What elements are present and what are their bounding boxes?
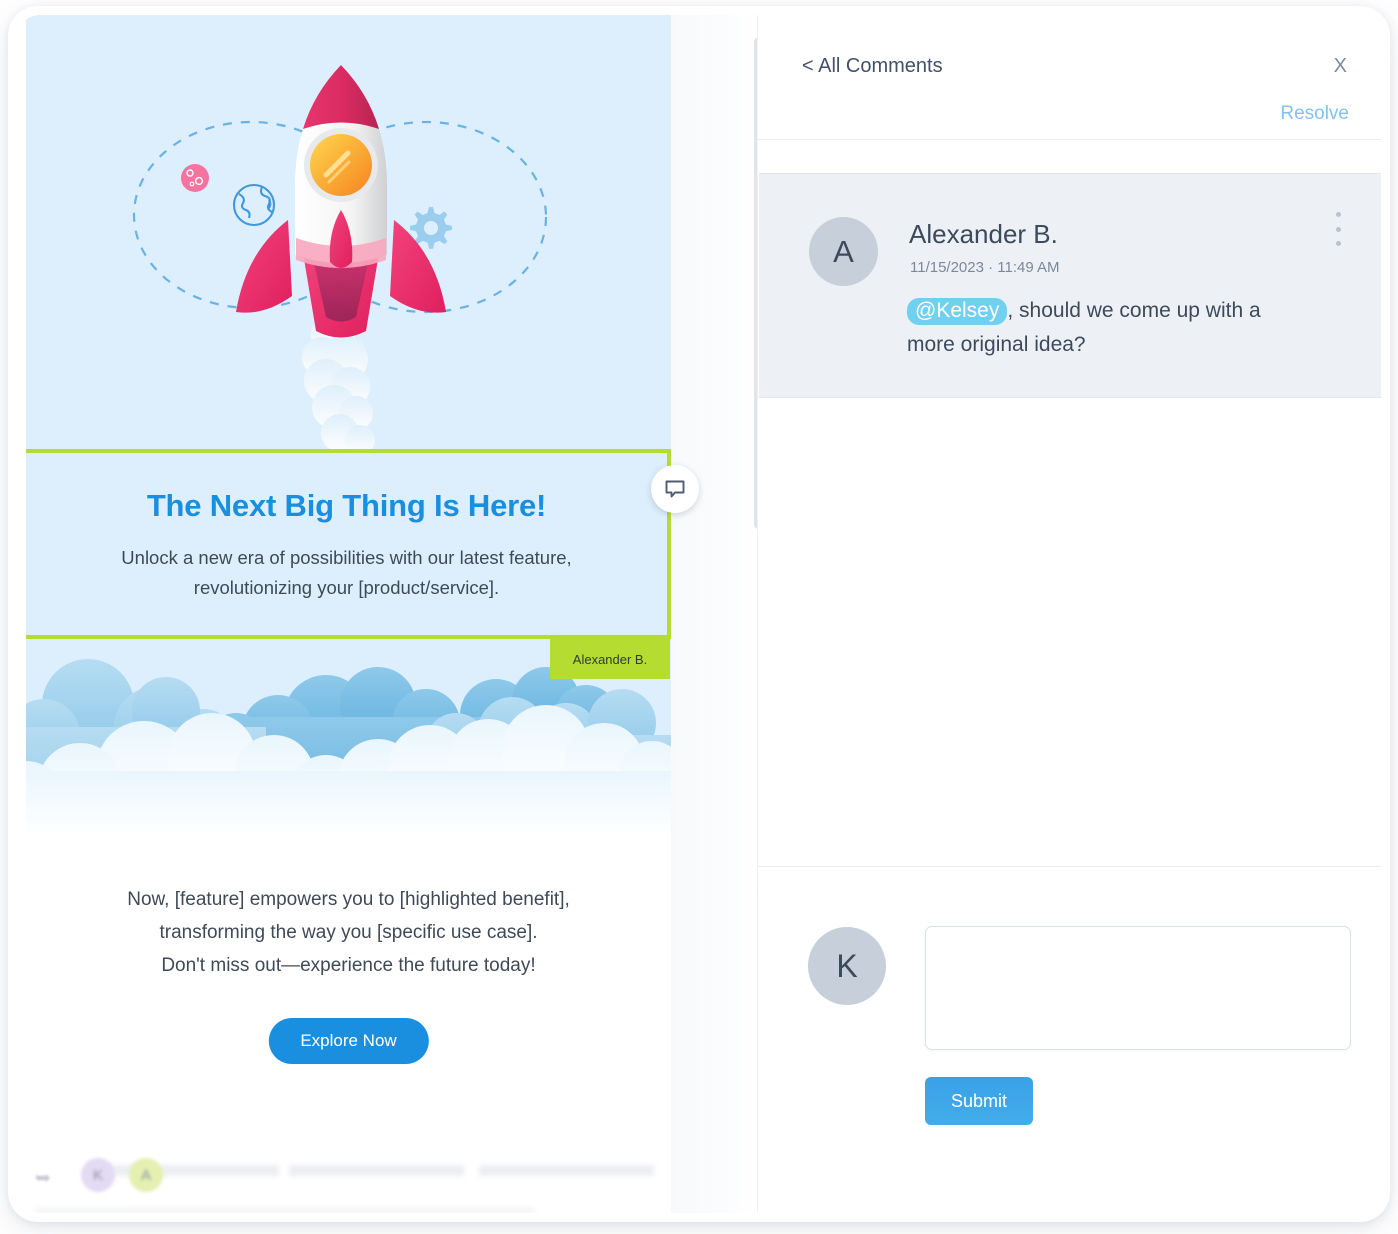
menu-dot <box>1335 212 1341 217</box>
collaborator-avatar-k[interactable]: K <box>81 1158 115 1192</box>
mention-chip[interactable]: @Kelsey <box>907 298 1008 325</box>
canvas-scroll-gutter <box>671 15 757 1213</box>
comment-author-avatar: A <box>809 217 878 286</box>
app-window: The Next Big Thing Is Here! Unlock a new… <box>8 6 1390 1222</box>
current-user-avatar: K <box>808 927 886 1005</box>
page-title: The Next Big Thing Is Here! <box>146 488 547 523</box>
placeholder-bar <box>289 1165 464 1176</box>
comment-body-text: @Kelsey, should we come up with a more o… <box>907 294 1307 362</box>
share-arrow-icon[interactable]: ➥ <box>35 1167 51 1190</box>
rocket-window <box>310 134 372 196</box>
document-footer-toolbar: ➥ K A <box>17 1145 757 1213</box>
back-to-all-comments-link[interactable]: < All Comments <box>802 55 943 78</box>
window-inner: The Next Big Thing Is Here! Unlock a new… <box>17 15 1381 1213</box>
subheadline-text: Unlock a new era of possibilities with o… <box>121 547 572 598</box>
collaboration-app: The Next Big Thing Is Here! Unlock a new… <box>0 0 1398 1234</box>
selection-owner-tag: Alexander B. <box>550 639 670 679</box>
explore-now-button[interactable]: Explore Now <box>268 1018 429 1064</box>
resolve-button[interactable]: Resolve <box>1280 103 1349 125</box>
rocket-nose <box>303 65 379 129</box>
avatar-initial: A <box>833 233 854 269</box>
submit-button[interactable]: Submit <box>925 1077 1034 1125</box>
body-copy-text: Now, [feature] empowers you to [highligh… <box>66 883 631 982</box>
pink-planet-icon <box>181 164 209 192</box>
body-line-2: transforming the way you [specific use c… <box>159 922 538 943</box>
comment-thread-item[interactable]: A Alexander B. 11/15/2023 · 11:49 AM @Ke… <box>759 173 1381 398</box>
collaborator-avatar-a[interactable]: A <box>129 1158 163 1192</box>
comment-author-name: Alexander B. <box>909 219 1058 249</box>
hero-illustration <box>26 15 671 449</box>
comment-bubble-glyph <box>665 480 685 498</box>
placeholder-bar <box>35 1207 535 1213</box>
body-line-1: Now, [feature] empowers you to [highligh… <box>127 889 570 910</box>
rocket-fin-left <box>236 220 292 313</box>
comments-panel: < All Comments X Resolve A Alexander B. … <box>757 15 1381 1213</box>
body-line-3: Don't miss out—experience the future tod… <box>161 955 536 976</box>
comment-bubble-icon[interactable] <box>651 465 699 513</box>
email-body-section: Now, [feature] empowers you to [highligh… <box>26 835 671 1145</box>
email-document: The Next Big Thing Is Here! Unlock a new… <box>26 15 671 1145</box>
reply-section-divider <box>758 866 1381 867</box>
placeholder-bar <box>479 1165 654 1176</box>
header-divider <box>758 139 1381 140</box>
selected-headline-block[interactable]: The Next Big Thing Is Here! Unlock a new… <box>26 449 671 639</box>
menu-dot <box>1335 241 1341 246</box>
placeholder-bar <box>99 1165 279 1176</box>
rocket-illustration-svg <box>132 65 548 449</box>
comments-header: < All Comments X Resolve <box>758 15 1381 139</box>
email-canvas-panel: The Next Big Thing Is Here! Unlock a new… <box>17 15 757 1213</box>
reply-input[interactable] <box>925 926 1351 1050</box>
avatar-initial: K <box>92 1166 103 1184</box>
avatar-initial: A <box>140 1166 151 1184</box>
close-icon[interactable]: X <box>1334 55 1347 78</box>
kebab-menu-icon[interactable] <box>1327 212 1349 246</box>
menu-dot <box>1335 226 1341 232</box>
avatar-initial: K <box>836 947 858 984</box>
earth-icon <box>232 183 276 227</box>
comment-timestamp: 11/15/2023 · 11:49 AM <box>910 259 1060 276</box>
